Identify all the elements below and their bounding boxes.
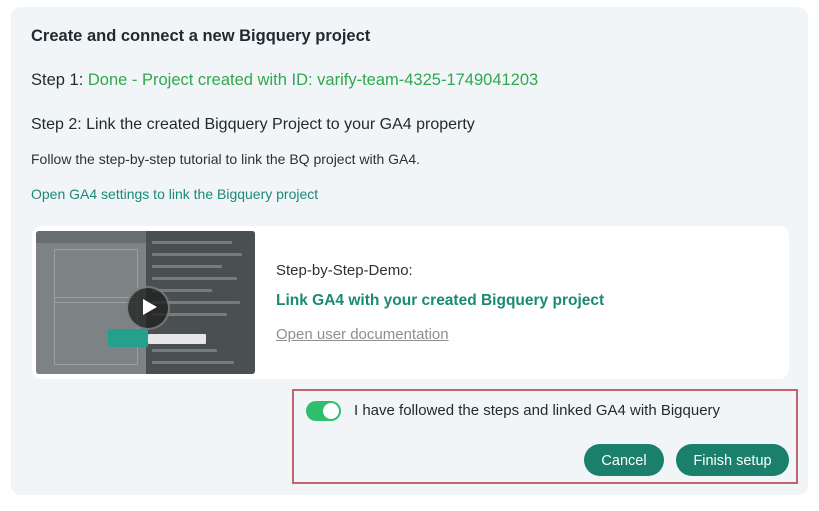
demo-label: Step-by-Step-Demo: (276, 262, 413, 279)
thumbnail-line (152, 349, 217, 352)
demo-card: Step-by-Step-Demo: Link GA4 with your cr… (32, 226, 789, 379)
thumbnail-line (152, 253, 242, 256)
user-documentation-link[interactable]: Open user documentation (276, 326, 449, 343)
thumbnail-popup (148, 334, 206, 344)
demo-video-thumbnail[interactable] (36, 231, 255, 374)
finish-setup-button[interactable]: Finish setup (676, 444, 789, 476)
cancel-button[interactable]: Cancel (584, 444, 664, 476)
step1-row: Step 1: Done - Project created with ID: … (31, 71, 538, 90)
thumbnail-line (152, 241, 232, 244)
page-title: Create and connect a new Bigquery projec… (31, 27, 371, 45)
step1-status: Done - Project created with ID: varify-t… (87, 71, 539, 89)
thumbnail-popup (108, 329, 148, 347)
confirmation-toggle[interactable] (306, 401, 341, 421)
thumbnail-line (152, 361, 234, 364)
step2-instructions: Follow the step-by-step tutorial to link… (31, 151, 421, 167)
demo-video-link[interactable]: Link GA4 with your created Bigquery proj… (276, 292, 604, 310)
thumbnail-line (152, 277, 237, 280)
thumbnail-line (152, 265, 222, 268)
ga4-settings-link[interactable]: Open GA4 settings to link the Bigquery p… (31, 186, 318, 202)
step2-title: Step 2: Link the created Bigquery Projec… (31, 116, 475, 133)
toggle-knob (323, 403, 339, 419)
step1-label: Step 1: (31, 71, 84, 89)
thumbnail-box (54, 249, 138, 303)
play-icon[interactable] (126, 286, 170, 330)
confirmation-text: I have followed the steps and linked GA4… (354, 402, 721, 419)
